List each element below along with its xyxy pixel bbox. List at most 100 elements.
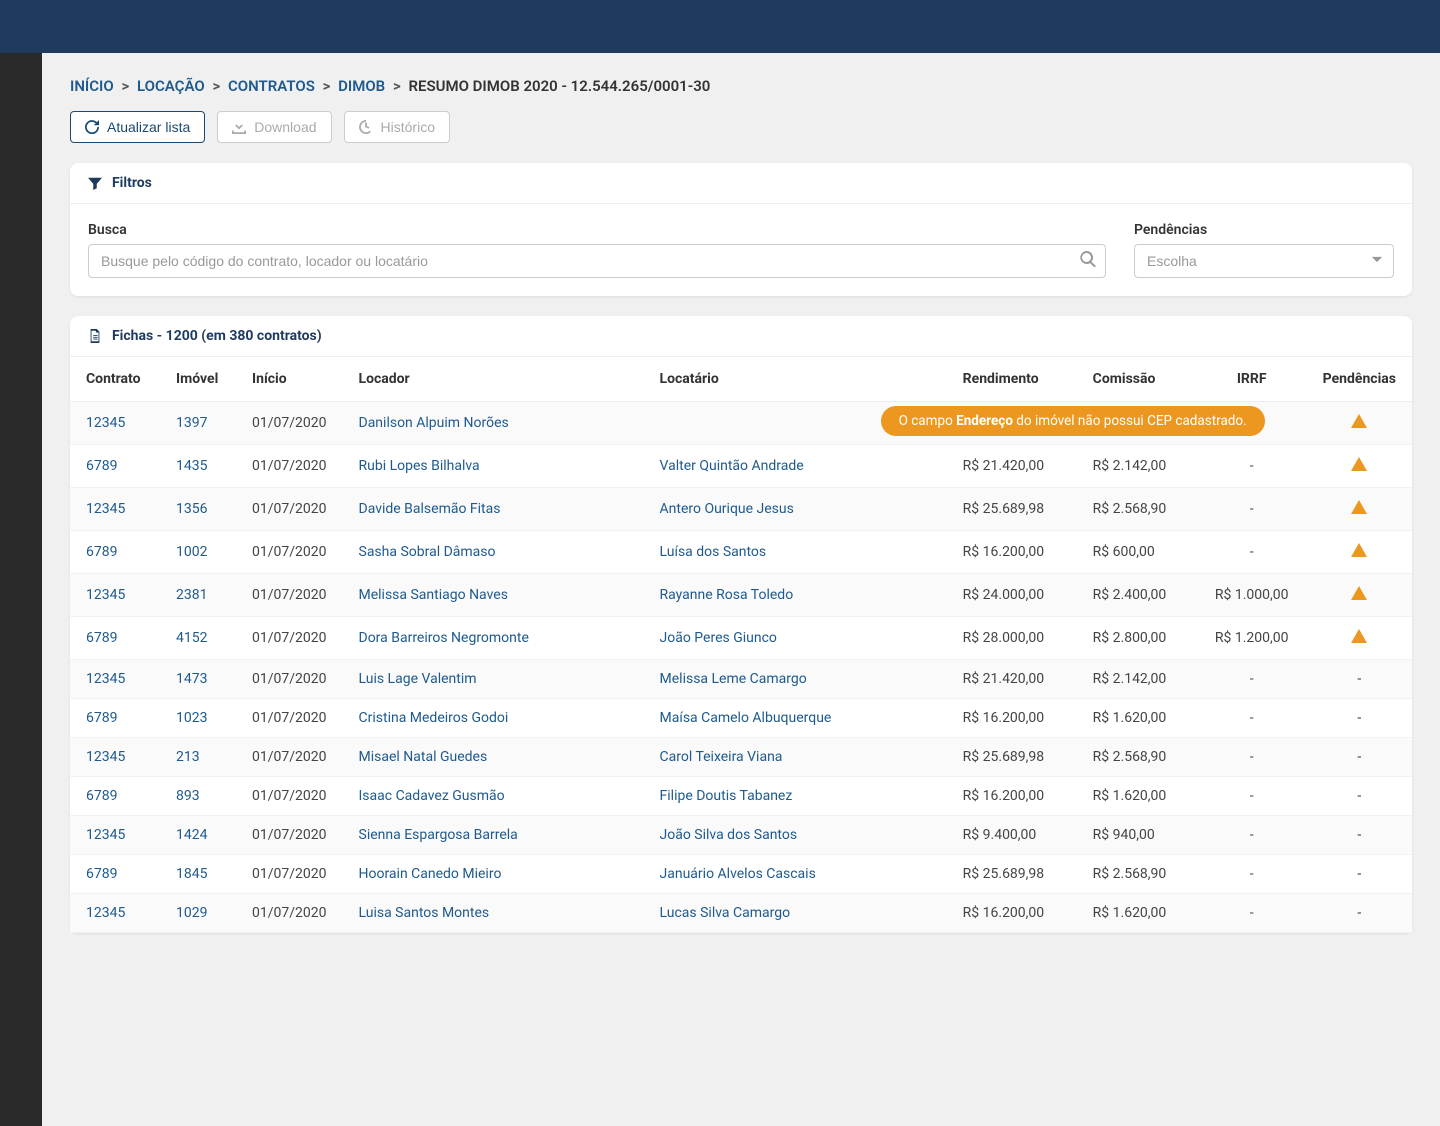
imovel-link[interactable]: 1356 bbox=[176, 501, 207, 517]
locatario-link[interactable]: Filipe Doutis Tabanez bbox=[660, 788, 793, 804]
imovel-link[interactable]: 1029 bbox=[176, 905, 207, 921]
breadcrumb-link[interactable]: CONTRATOS bbox=[228, 77, 315, 95]
warning-icon[interactable] bbox=[1351, 417, 1367, 433]
th-rendimento: Rendimento bbox=[947, 357, 1077, 402]
cell-rendimento: R$ 9.400,00 bbox=[947, 816, 1077, 855]
locatario-link[interactable]: João Peres Giunco bbox=[660, 630, 777, 646]
locatario-link[interactable]: Melissa Leme Camargo bbox=[660, 671, 807, 687]
locador-link[interactable]: Sienna Espargosa Barrela bbox=[359, 827, 518, 843]
breadcrumb-link[interactable]: DIMOB bbox=[338, 77, 385, 95]
imovel-link[interactable]: 2381 bbox=[176, 587, 207, 603]
refresh-button[interactable]: Atualizar lista bbox=[70, 111, 205, 143]
download-button[interactable]: Download bbox=[217, 111, 331, 143]
th-contrato: Contrato bbox=[70, 357, 160, 402]
locador-link[interactable]: Danilson Alpuim Norões bbox=[359, 415, 509, 431]
locatario-link[interactable]: Valter Quintão Andrade bbox=[660, 458, 804, 474]
imovel-link[interactable]: 1002 bbox=[176, 544, 207, 560]
contrato-link[interactable]: 6789 bbox=[86, 458, 117, 474]
table-title: Fichas - 1200 (em 380 contratos) bbox=[112, 328, 322, 344]
cell-comissao: R$ 2.142,00 bbox=[1077, 660, 1197, 699]
locador-link[interactable]: Hoorain Canedo Mieiro bbox=[359, 866, 502, 882]
cell-contrato: 6789 bbox=[70, 855, 160, 894]
cell-irrf: - bbox=[1197, 894, 1307, 933]
imovel-link[interactable]: 893 bbox=[176, 788, 200, 804]
warning-icon[interactable] bbox=[1351, 460, 1367, 476]
locatario-link[interactable]: Carol Teixeira Viana bbox=[660, 749, 783, 765]
locador-link[interactable]: Davide Balsemão Fitas bbox=[359, 501, 501, 517]
locatario-link[interactable]: Maísa Camelo Albuquerque bbox=[660, 710, 832, 726]
pendencias-select[interactable]: Escolha bbox=[1134, 244, 1394, 278]
locador-link[interactable]: Rubi Lopes Bilhalva bbox=[359, 458, 480, 474]
cell-inicio: 01/07/2020 bbox=[236, 816, 343, 855]
cell-contrato: 12345 bbox=[70, 402, 160, 445]
locador-link[interactable]: Dora Barreiros Negromonte bbox=[359, 630, 529, 646]
contrato-link[interactable]: 6789 bbox=[86, 710, 117, 726]
cell-rendimento: R$ 16.200,00 bbox=[947, 699, 1077, 738]
cell-pendencias: - bbox=[1307, 738, 1412, 777]
imovel-link[interactable]: 1473 bbox=[176, 671, 207, 687]
contrato-link[interactable]: 12345 bbox=[86, 671, 125, 687]
imovel-link[interactable]: 213 bbox=[176, 749, 200, 765]
warning-icon[interactable] bbox=[1351, 589, 1367, 605]
contrato-link[interactable]: 12345 bbox=[86, 749, 125, 765]
cell-locador: Cristina Medeiros Godoi bbox=[343, 699, 644, 738]
locatario-link[interactable]: Luísa dos Santos bbox=[660, 544, 767, 560]
cell-pendencias bbox=[1307, 402, 1412, 445]
search-input[interactable] bbox=[88, 244, 1106, 278]
locador-link[interactable]: Sasha Sobral Dâmaso bbox=[359, 544, 496, 560]
locador-link[interactable]: Misael Natal Guedes bbox=[359, 749, 488, 765]
breadcrumb-link[interactable]: LOCAÇÃO bbox=[137, 77, 205, 95]
warning-icon[interactable] bbox=[1351, 546, 1367, 562]
contrato-link[interactable]: 12345 bbox=[86, 501, 125, 517]
locatario-link[interactable]: João Silva dos Santos bbox=[660, 827, 798, 843]
contrato-link[interactable]: 12345 bbox=[86, 415, 125, 431]
breadcrumb-link[interactable]: INÍCIO bbox=[70, 77, 114, 95]
history-button[interactable]: Histórico bbox=[344, 111, 450, 143]
imovel-link[interactable]: 4152 bbox=[176, 630, 207, 646]
imovel-link[interactable]: 1435 bbox=[176, 458, 207, 474]
locatario-link[interactable]: Lucas Silva Camargo bbox=[660, 905, 791, 921]
cell-imovel: 1397 bbox=[160, 402, 236, 445]
warning-tooltip: O campo Endereço do imóvel não possui CE… bbox=[881, 406, 1265, 436]
th-irrf: IRRF bbox=[1197, 357, 1307, 402]
contrato-link[interactable]: 12345 bbox=[86, 827, 125, 843]
locador-link[interactable]: Luis Lage Valentim bbox=[359, 671, 477, 687]
imovel-link[interactable]: 1023 bbox=[176, 710, 207, 726]
cell-locador: Rubi Lopes Bilhalva bbox=[343, 445, 644, 488]
table-row: 12345135601/07/2020Davide Balsemão Fitas… bbox=[70, 488, 1412, 531]
cell-locatario: Luísa dos Santos bbox=[644, 531, 947, 574]
cell-locador: Hoorain Canedo Mieiro bbox=[343, 855, 644, 894]
cell-locador: Sasha Sobral Dâmaso bbox=[343, 531, 644, 574]
contrato-link[interactable]: 6789 bbox=[86, 630, 117, 646]
imovel-link[interactable]: 1397 bbox=[176, 415, 207, 431]
contrato-link[interactable]: 6789 bbox=[86, 788, 117, 804]
contrato-link[interactable]: 12345 bbox=[86, 587, 125, 603]
contrato-link[interactable]: 6789 bbox=[86, 866, 117, 882]
cell-locatario: Januário Alvelos Cascais bbox=[644, 855, 947, 894]
locatario-link[interactable]: Januário Alvelos Cascais bbox=[660, 866, 816, 882]
warning-icon[interactable] bbox=[1351, 503, 1367, 519]
cell-irrf: - bbox=[1197, 488, 1307, 531]
locador-link[interactable]: Melissa Santiago Naves bbox=[359, 587, 508, 603]
th-comissao: Comissão bbox=[1077, 357, 1197, 402]
history-icon bbox=[359, 120, 373, 134]
cell-contrato: 12345 bbox=[70, 488, 160, 531]
cell-comissao: R$ 1.620,00 bbox=[1077, 777, 1197, 816]
locatario-link[interactable]: Antero Ourique Jesus bbox=[660, 501, 794, 517]
cell-rendimento: R$ 24.000,00 bbox=[947, 574, 1077, 617]
contrato-link[interactable]: 6789 bbox=[86, 544, 117, 560]
cell-pendencias bbox=[1307, 531, 1412, 574]
table-row: 6789415201/07/2020Dora Barreiros Negromo… bbox=[70, 617, 1412, 660]
cell-inicio: 01/07/2020 bbox=[236, 777, 343, 816]
table-row: 12345 1424 01/07/2020 Sienna Espargosa Barr… bbox=[70, 816, 1412, 855]
warning-icon[interactable] bbox=[1351, 632, 1367, 648]
imovel-link[interactable]: 1845 bbox=[176, 866, 207, 882]
imovel-link[interactable]: 1424 bbox=[176, 827, 207, 843]
locador-link[interactable]: Luisa Santos Montes bbox=[359, 905, 490, 921]
cell-pendencias bbox=[1307, 617, 1412, 660]
contrato-link[interactable]: 12345 bbox=[86, 905, 125, 921]
locador-link[interactable]: Isaac Cadavez Gusmão bbox=[359, 788, 505, 804]
search-icon bbox=[1080, 251, 1096, 271]
locatario-link[interactable]: Rayanne Rosa Toledo bbox=[660, 587, 794, 603]
locador-link[interactable]: Cristina Medeiros Godoi bbox=[359, 710, 509, 726]
